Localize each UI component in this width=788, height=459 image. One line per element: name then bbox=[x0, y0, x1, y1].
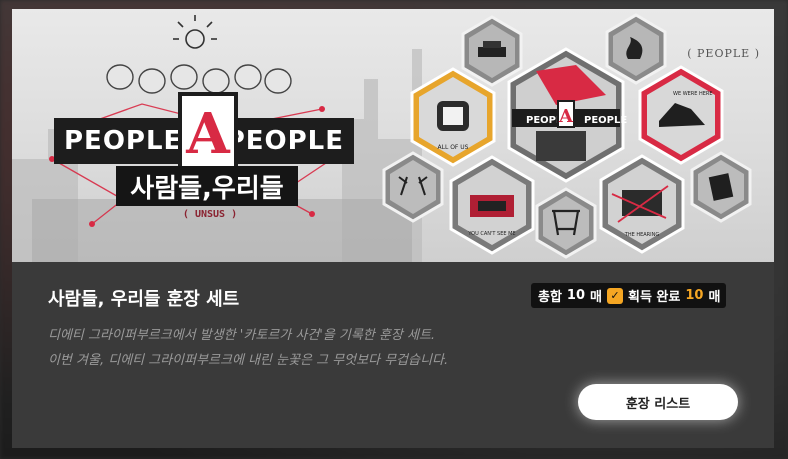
total-unit: 매 bbox=[590, 290, 602, 305]
description-line-2: 이번 겨울, 디에티 그라이퍼부르크에 내린 눈꽃은 그 무엇보다 무겁습니다. bbox=[48, 353, 449, 368]
set-title: 사람들, 우리들 훈장 세트 bbox=[48, 289, 240, 310]
badge-red-thread: THE HEARING bbox=[599, 154, 685, 254]
medal-set-card: ALL OF US PEOPLE PEOPLE A WE WERE HERE Y… bbox=[12, 9, 774, 448]
badge-fist: ALL OF US bbox=[410, 67, 496, 167]
medal-list-button[interactable]: 훈장 리스트 bbox=[578, 384, 738, 420]
badge-smoke bbox=[605, 13, 667, 85]
logo-left-word: PEOPLE bbox=[64, 126, 183, 156]
badge-swing bbox=[535, 187, 597, 259]
svg-text:WE WERE HERE: WE WERE HERE bbox=[673, 91, 713, 97]
set-banner-image: ALL OF US PEOPLE PEOPLE A WE WERE HERE Y… bbox=[12, 9, 774, 262]
acquired-label: 획득 완료 bbox=[627, 290, 681, 305]
acquired-unit: 매 bbox=[708, 290, 721, 305]
acquired-count: 10 bbox=[685, 288, 704, 303]
logo-korean: 사람들,우리들 bbox=[116, 166, 298, 206]
badge-hat bbox=[461, 15, 523, 87]
badge-document bbox=[690, 151, 752, 223]
banner-doc-title: ( PEOPLE ) bbox=[687, 47, 760, 60]
total-count: 10 bbox=[566, 288, 586, 303]
logo-right-word: PEOPLE bbox=[225, 126, 344, 156]
svg-text:PEOPLE: PEOPLE bbox=[584, 115, 627, 126]
logo-subtitle: ( UNSUS ) bbox=[182, 209, 238, 220]
badge-shoe: WE WERE HERE bbox=[638, 65, 724, 165]
set-description: 디에티 그라이퍼부르크에서 발생한 '카토르가 사건'을 기록한 훈장 세트. … bbox=[48, 323, 608, 373]
svg-text:A: A bbox=[558, 106, 574, 127]
svg-text:YOU CAN'T SEE ME: YOU CAN'T SEE ME bbox=[467, 231, 515, 237]
description-line-1: 디에티 그라이퍼부르크에서 발생한 '카토르가 사건'을 기록한 훈장 세트. bbox=[48, 328, 436, 343]
logo-a-letter: A bbox=[178, 92, 238, 176]
svg-text:ALL OF US: ALL OF US bbox=[438, 144, 469, 151]
badge-antler bbox=[382, 151, 444, 223]
check-icon: ✓ bbox=[606, 287, 623, 304]
svg-text:THE HEARING: THE HEARING bbox=[624, 232, 660, 238]
badge-lock: YOU CAN'T SEE ME bbox=[449, 155, 535, 255]
set-logo: PEOPLE PEOPLE A 사람들,우리들 ( UNSUS ) bbox=[54, 34, 354, 224]
total-label: 총합 bbox=[538, 290, 562, 305]
medal-count-badge: 총합 10 매 ✓ 획득 완료 10 매 bbox=[531, 283, 727, 308]
